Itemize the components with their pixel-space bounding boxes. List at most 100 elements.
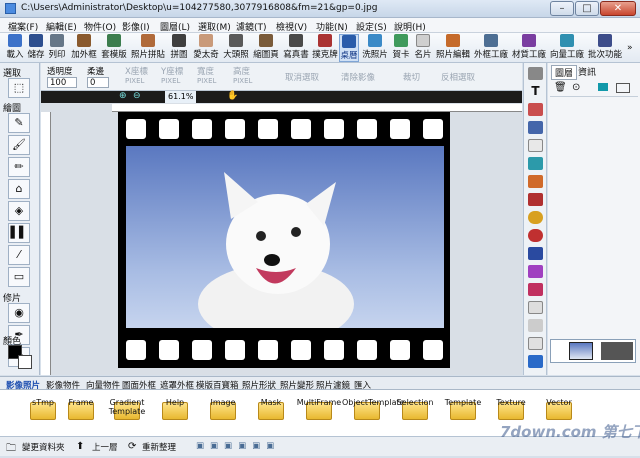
height-label: 高度 — [233, 67, 251, 77]
layer-color-icon[interactable] — [598, 83, 608, 91]
properties-bar: 透明度 100 柔邊 0 X座標 PIXEL Y座標 PIXEL 寬度 PIXE… — [41, 63, 522, 91]
toolbar-calendar-button[interactable]: 桌曆 — [339, 34, 359, 62]
eyedropper-tool[interactable]: ⁄ — [8, 245, 30, 265]
toolbar-collage-button[interactable]: 照片拼貼 — [130, 34, 166, 62]
rectangle-tool[interactable]: ▭ — [8, 267, 30, 287]
toolbar-overflow-icon[interactable]: » — [627, 43, 633, 53]
abc-text-icon[interactable] — [528, 139, 543, 152]
toolbar-print-photo-button[interactable]: 洗照片 — [361, 34, 389, 62]
toolbar-namecard-button[interactable]: 名片 — [413, 34, 433, 62]
pen-tool[interactable]: ✎ — [8, 113, 30, 133]
toolbar-id-photo-button[interactable]: 大頭照 — [222, 34, 250, 62]
toolbar-print-button[interactable]: 列印 — [48, 34, 66, 62]
brush-tool[interactable]: 🖌 — [8, 135, 30, 155]
view-mode-icons[interactable]: ▣▣▣▣▣▣ — [196, 441, 280, 451]
layer-item[interactable] — [550, 339, 636, 363]
arrow-icon[interactable] — [528, 337, 543, 350]
menu-settings[interactable]: 設定(S) — [356, 20, 387, 33]
layer-frame-icon[interactable] — [616, 83, 630, 93]
folder-item[interactable]: ObjectTemplate — [342, 398, 405, 424]
toolbar-thumbnail-button[interactable]: 縮圖頁 — [252, 34, 280, 62]
invert-select-button[interactable]: 反相選取 — [441, 71, 475, 83]
line-style-icon[interactable] — [528, 319, 543, 332]
toolbar-card-button[interactable]: 賀卡 — [391, 34, 411, 62]
folder-item[interactable]: Mask — [254, 398, 288, 424]
tab-layers[interactable]: 圖層 — [551, 65, 578, 80]
toolbar-template-button[interactable]: 套模版 — [100, 34, 128, 62]
folder-item[interactable]: Frame — [64, 398, 98, 424]
menu-file[interactable]: 檔案(F) — [8, 20, 38, 33]
folder-item[interactable]: Selection — [397, 398, 433, 424]
toolbar-poker-button[interactable]: 撲克牌 — [312, 34, 338, 62]
toolbar-batch-button[interactable]: 批次功能 — [587, 34, 623, 62]
object-tool-icon[interactable] — [528, 67, 543, 80]
frame-layer-icon[interactable] — [528, 175, 543, 188]
toolbar-montage-button[interactable]: 愛太奇 — [192, 34, 220, 62]
effects-icon[interactable] — [528, 265, 543, 278]
ruler-horizontal — [112, 104, 522, 112]
folder-item[interactable]: sTmp — [26, 398, 60, 424]
portrait-icon — [199, 34, 213, 47]
filter-icon[interactable] — [528, 193, 543, 206]
up-level-button[interactable]: 上一層 — [92, 441, 118, 453]
pencil-tool[interactable]: ✏ — [8, 157, 30, 177]
trash-icon[interactable]: 🗑 — [554, 82, 567, 93]
folder-item[interactable]: Image — [206, 398, 240, 424]
hand-tool-icon[interactable]: ✋ — [227, 91, 238, 101]
line-tool[interactable]: ▌▌ — [8, 223, 30, 243]
menu-filter[interactable]: 濾鏡(T) — [236, 20, 267, 33]
toolbar-frame-factory-button[interactable]: 外框工廠 — [473, 34, 509, 62]
toolbar-vector-factory-button[interactable]: 向量工廠 — [549, 34, 585, 62]
magnifier-icon[interactable] — [528, 211, 543, 224]
layer-icon[interactable] — [528, 157, 543, 170]
clock-icon[interactable] — [528, 229, 543, 242]
zoom-in-icon[interactable]: ⊕ — [119, 91, 127, 101]
sticker-icon[interactable] — [528, 103, 543, 116]
fill-tool[interactable]: ◈ — [8, 201, 30, 221]
crop-button[interactable]: 裁切 — [403, 71, 420, 83]
toolbar-load-button[interactable]: 載入 — [6, 34, 24, 62]
shape-icon[interactable] — [528, 121, 543, 134]
redeye-tool[interactable]: ◉ — [8, 303, 30, 323]
menu-function[interactable]: 功能(N) — [316, 20, 348, 33]
menu-object[interactable]: 物件(O) — [84, 20, 116, 33]
menu-edit[interactable]: 編輯(E) — [46, 20, 77, 33]
change-folder-button[interactable]: 變更資料夾 — [22, 441, 65, 453]
refresh-button[interactable]: 重新整理 — [142, 441, 176, 453]
card-icon — [394, 34, 408, 47]
folder-item[interactable]: MultiFrame — [297, 398, 341, 424]
toolbar-save-button[interactable]: 儲存 — [27, 34, 45, 62]
opacity-input[interactable]: 100 — [47, 77, 77, 88]
toolbar-photo-edit-button[interactable]: 照片編輯 — [435, 34, 471, 62]
marquee-tool[interactable]: ⬚ — [8, 78, 30, 98]
folder-item[interactable]: Help — [158, 398, 192, 424]
cancel-select-button[interactable]: 取消選取 — [285, 71, 319, 83]
calendar-small-icon[interactable] — [528, 283, 543, 296]
menu-help[interactable]: 說明(H) — [394, 20, 426, 33]
menu-select[interactable]: 選取(M) — [198, 20, 231, 33]
toolbar-photobook-button[interactable]: 寫真書 — [282, 34, 310, 62]
toolbar-puzzle-button[interactable]: 拼圖 — [168, 34, 190, 62]
clear-image-button[interactable]: 清除影像 — [341, 71, 375, 83]
tab-info[interactable]: 資訊 — [578, 65, 596, 78]
close-button[interactable]: ✕ — [600, 1, 636, 16]
toolbar-add-frame-button[interactable]: 加外框 — [70, 34, 98, 62]
exif-icon[interactable] — [528, 247, 543, 260]
text-tool-icon[interactable]: T — [528, 85, 543, 98]
menu-view[interactable]: 檢視(V) — [276, 20, 307, 33]
stamp-tool[interactable]: ⌂ — [8, 179, 30, 199]
background-color-swatch[interactable] — [18, 355, 32, 369]
minimize-button[interactable]: – — [550, 1, 574, 16]
lock-icon[interactable]: ⊙ — [572, 82, 580, 93]
edge-input[interactable]: 0 — [87, 77, 109, 88]
menu-image[interactable]: 影像(I) — [122, 20, 150, 33]
folder-item[interactable]: Template — [445, 398, 481, 424]
speech-bubble-icon[interactable] — [528, 301, 543, 314]
maximize-button[interactable]: □ — [575, 1, 599, 16]
toolbar-texture-factory-button[interactable]: 材質工廠 — [511, 34, 547, 62]
folder-open-icon — [8, 34, 22, 47]
zoom-out-icon[interactable]: ⊖ — [133, 91, 141, 101]
folder-item[interactable]: Gradient Template — [109, 398, 145, 424]
menu-layer[interactable]: 圖層(L) — [160, 20, 190, 33]
palette-icon[interactable] — [528, 355, 543, 368]
